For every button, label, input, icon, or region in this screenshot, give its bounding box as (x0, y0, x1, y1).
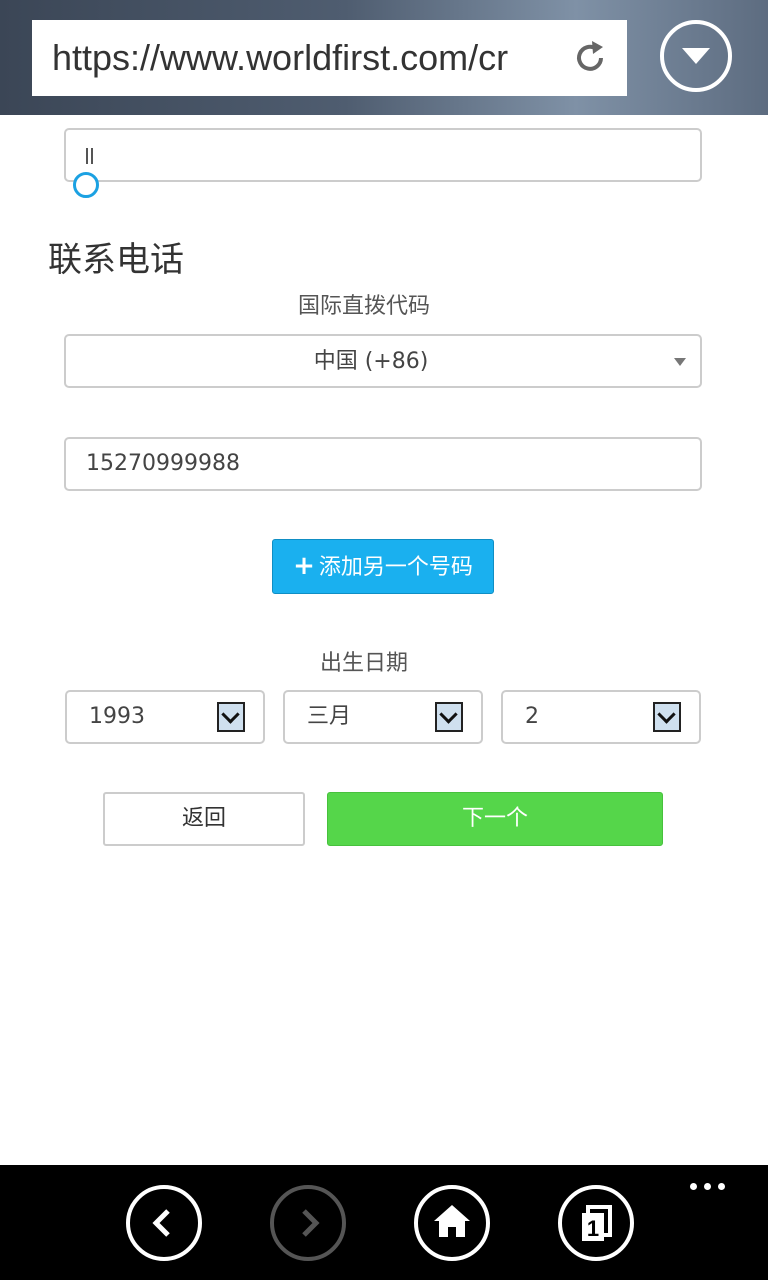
birth-month-select[interactable]: 三月 (283, 690, 483, 744)
birth-day-value: 2 (525, 704, 539, 729)
plus-icon: + (293, 551, 315, 581)
add-number-button[interactable]: + 添加另一个号码 (272, 539, 494, 594)
chevron-down-icon[interactable] (653, 702, 681, 732)
selection-gripper[interactable] (73, 172, 99, 198)
next-button[interactable]: 下一个 (327, 792, 663, 846)
browser-address-bar: https://www.worldfirst.com/cr (0, 0, 768, 115)
back-button[interactable]: 返回 (103, 792, 305, 846)
text-caret (86, 148, 88, 164)
birth-year-value: 1993 (89, 704, 145, 729)
forward-icon[interactable] (270, 1185, 346, 1261)
chevron-down-circle-icon[interactable] (660, 20, 732, 92)
text-input[interactable] (64, 128, 702, 182)
url-text[interactable]: https://www.worldfirst.com/cr (52, 20, 564, 96)
dropdown-arrow-icon (674, 358, 686, 366)
birth-date-label: 出生日期 (319, 651, 408, 676)
browser-app-bar: 1 (0, 1165, 768, 1280)
dial-code-select[interactable]: 中国 (+86) (64, 334, 702, 388)
phone-input[interactable]: 15270999988 (64, 437, 702, 491)
text-caret (91, 148, 93, 164)
page: https://www.worldfirst.com/cr 联系电话 国际直拨代… (0, 0, 768, 1280)
chevron-down-icon[interactable] (217, 702, 245, 732)
birth-month-value: 三月 (307, 704, 352, 729)
section-title: 联系电话 (48, 240, 184, 280)
birth-year-select[interactable]: 1993 (65, 690, 265, 744)
dial-code-value: 中国 (+86) (313, 349, 429, 374)
add-number-label: 添加另一个号码 (318, 555, 473, 580)
dial-code-label: 国际直拨代码 (297, 294, 430, 319)
more-icon[interactable] (690, 1175, 734, 1195)
tabs-icon[interactable]: 1 (558, 1185, 634, 1261)
home-icon[interactable] (414, 1185, 490, 1261)
refresh-icon[interactable] (570, 38, 610, 78)
tab-count: 1 (587, 1216, 599, 1241)
back-icon[interactable] (126, 1185, 202, 1261)
chevron-down-icon[interactable] (435, 702, 463, 732)
url-field[interactable]: https://www.worldfirst.com/cr (32, 20, 627, 96)
birth-day-select[interactable]: 2 (501, 690, 701, 744)
